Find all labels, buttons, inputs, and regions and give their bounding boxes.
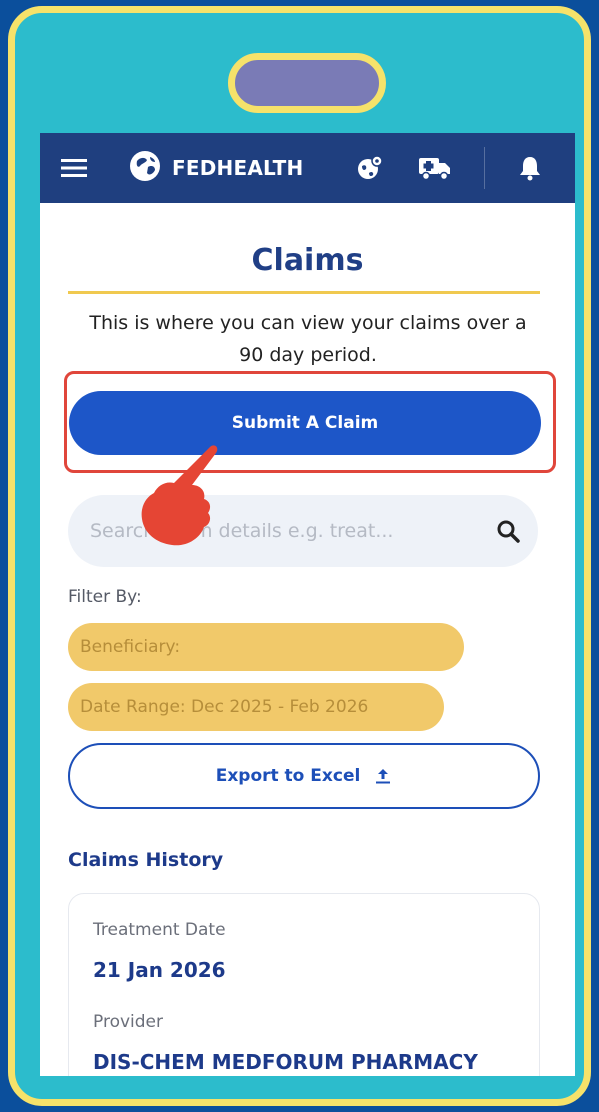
top-navbar: FEDHEALTH bbox=[40, 133, 575, 203]
app-screen: FEDHEALTH Claims This is where you can v… bbox=[40, 133, 575, 1076]
brand-logo[interactable]: FEDHEALTH bbox=[128, 133, 328, 203]
beneficiary-filter-chip[interactable]: Beneficiary: bbox=[68, 623, 464, 671]
search-icon[interactable] bbox=[496, 519, 520, 547]
date-range-filter-chip[interactable]: Date Range: Dec 2025 - Feb 2026 bbox=[68, 683, 444, 731]
export-to-excel-button[interactable]: Export to Excel bbox=[68, 743, 540, 809]
page-title: Claims bbox=[251, 243, 364, 278]
claims-content: Claims This is where you can view your c… bbox=[40, 203, 575, 1076]
bell-icon[interactable] bbox=[510, 133, 550, 203]
page-subtitle: This is where you can view your claims o… bbox=[89, 312, 527, 366]
filter-label: Filter By: bbox=[68, 587, 142, 607]
claims-history-heading: Claims History bbox=[68, 849, 224, 871]
treatment-date-value: 21 Jan 2026 bbox=[93, 958, 226, 982]
provider-label: Provider bbox=[93, 1012, 163, 1032]
export-label: Export to Excel bbox=[215, 766, 361, 786]
fedhealth-logo-icon bbox=[128, 149, 162, 187]
treatment-date-label: Treatment Date bbox=[93, 920, 226, 940]
title-underline bbox=[68, 291, 540, 294]
brand-name: FEDHEALTH bbox=[172, 156, 304, 180]
pointing-hand-icon bbox=[128, 441, 228, 555]
upload-icon bbox=[374, 767, 392, 785]
hamburger-menu-icon[interactable] bbox=[50, 133, 98, 203]
provider-value: DIS-CHEM MEDFORUM PHARMACY bbox=[93, 1050, 478, 1074]
ambulance-icon[interactable] bbox=[412, 133, 458, 203]
navbar-divider bbox=[484, 147, 485, 189]
phone-notch bbox=[228, 53, 386, 113]
claim-card[interactable]: Treatment Date 21 Jan 2026 Provider DIS-… bbox=[68, 893, 540, 1076]
globe-location-icon[interactable] bbox=[350, 133, 390, 203]
